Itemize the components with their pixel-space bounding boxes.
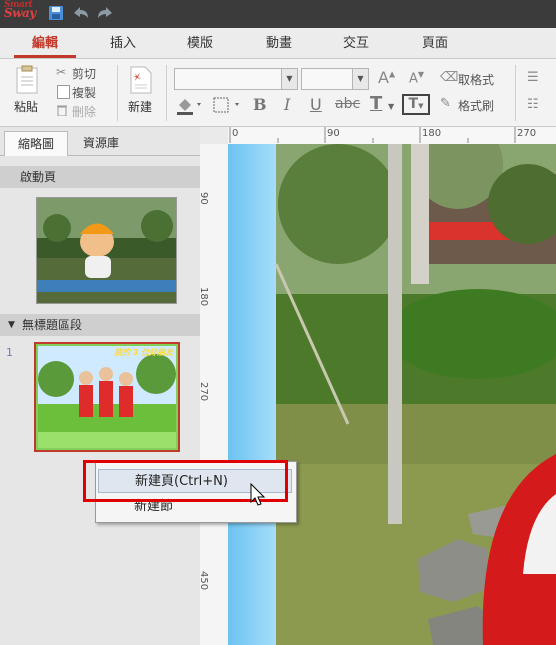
app-logo: Smart Sway xyxy=(4,0,36,20)
tab-insert[interactable]: 插入 xyxy=(92,28,154,58)
clear-format-button[interactable]: 取格式 xyxy=(458,71,494,88)
tab-interaction[interactable]: 交互 xyxy=(325,28,387,58)
copy-button[interactable]: 複製 xyxy=(72,84,96,101)
section-header[interactable]: 無標題區段 xyxy=(0,314,200,336)
startup-page-thumbnail[interactable] xyxy=(36,197,177,304)
list-icon[interactable]: ☷ xyxy=(527,97,539,112)
fill-color-icon[interactable] xyxy=(175,95,205,115)
increase-font-icon[interactable]: A▲ xyxy=(378,68,395,87)
decrease-font-icon[interactable]: A▼ xyxy=(409,70,424,86)
tab-page[interactable]: 頁面 xyxy=(404,28,466,58)
v-tick-label: 270 xyxy=(198,382,209,402)
new-label[interactable]: 新建 xyxy=(128,98,152,115)
cursor-icon xyxy=(250,482,266,507)
chevron-down-icon[interactable]: ▼ xyxy=(388,102,394,111)
expand-arrow-icon[interactable]: ▼ xyxy=(8,320,15,330)
v-tick-label: 450 xyxy=(198,571,209,591)
strikethrough-icon[interactable]: abc xyxy=(335,96,360,112)
slide-number: 1 xyxy=(6,346,13,359)
paste-icon[interactable] xyxy=(14,65,42,95)
undo-icon[interactable] xyxy=(72,5,90,23)
redo-icon[interactable] xyxy=(96,5,114,23)
eraser-icon[interactable]: ⌫ xyxy=(440,70,458,85)
title-bar: Smart Sway xyxy=(0,0,556,28)
border-style-icon[interactable] xyxy=(211,95,243,115)
h-tick-label: 180 xyxy=(422,128,442,139)
ribbon: 粘貼 ✂ 剪切 複製 刪除 新建 ▼ ▼ A▲ A▼ ⌫ 取格式 B I U a… xyxy=(0,59,556,127)
paste-label[interactable]: 粘貼 xyxy=(14,98,38,115)
left-panel: 縮略圖 資源庫 啟動頁 無標題區段 ▼ 1 我的 3 位好朋友 xyxy=(0,127,200,645)
font-family-select[interactable]: ▼ xyxy=(174,68,298,90)
copy-icon[interactable] xyxy=(57,85,70,99)
slide-canvas[interactable] xyxy=(228,144,556,645)
text-effect-icon[interactable]: T▼ xyxy=(402,94,430,115)
logo-super: Smart xyxy=(4,0,33,10)
ribbon-divider-3 xyxy=(515,65,516,121)
align-icon[interactable]: ☰ xyxy=(527,70,539,85)
horizontal-ruler: 0 90 180 270 xyxy=(228,127,556,145)
slide-thumbnail[interactable]: 我的 3 位好朋友 xyxy=(34,342,180,452)
brush-icon[interactable]: ✎ xyxy=(440,96,451,111)
trash-icon[interactable] xyxy=(57,104,67,117)
underline-icon[interactable]: U xyxy=(310,95,322,114)
vertical-ruler: 90 180 270 450 xyxy=(198,127,229,645)
tab-edit[interactable]: 編輯 xyxy=(14,28,76,58)
font-size-select[interactable]: ▼ xyxy=(301,68,369,90)
tab-resource-library[interactable]: 資源庫 xyxy=(70,131,132,155)
h-tick-label: 270 xyxy=(517,128,537,139)
ribbon-divider xyxy=(117,65,118,121)
ribbon-divider-2 xyxy=(166,65,167,121)
scissors-icon[interactable]: ✂ xyxy=(56,65,70,79)
menu-tab-bar: 編輯 插入 模版 動畫 交互 頁面 xyxy=(0,28,556,59)
new-page-icon[interactable] xyxy=(128,65,154,95)
h-tick-label: 90 xyxy=(327,128,340,139)
italic-icon[interactable]: I xyxy=(284,95,290,114)
slide-caption: 我的 3 位好朋友 xyxy=(114,348,174,357)
tab-animation[interactable]: 動畫 xyxy=(248,28,310,58)
tab-template[interactable]: 模版 xyxy=(169,28,231,58)
delete-button[interactable]: 刪除 xyxy=(72,103,96,120)
chevron-down-icon: ▼ xyxy=(352,69,368,89)
v-tick-label: 180 xyxy=(198,287,209,307)
text-color-icon[interactable]: T xyxy=(370,93,382,114)
tab-thumbnails[interactable]: 縮略圖 xyxy=(4,131,68,156)
save-icon[interactable] xyxy=(47,5,65,23)
v-tick-label: 90 xyxy=(198,192,209,205)
format-brush-button[interactable]: 格式刷 xyxy=(458,97,494,114)
cut-button[interactable]: 剪切 xyxy=(72,65,96,82)
startup-page-header: 啟動頁 xyxy=(0,166,200,188)
chevron-down-icon: ▼ xyxy=(281,69,297,89)
h-tick-label: 0 xyxy=(232,128,239,139)
bold-icon[interactable]: B xyxy=(253,95,267,114)
